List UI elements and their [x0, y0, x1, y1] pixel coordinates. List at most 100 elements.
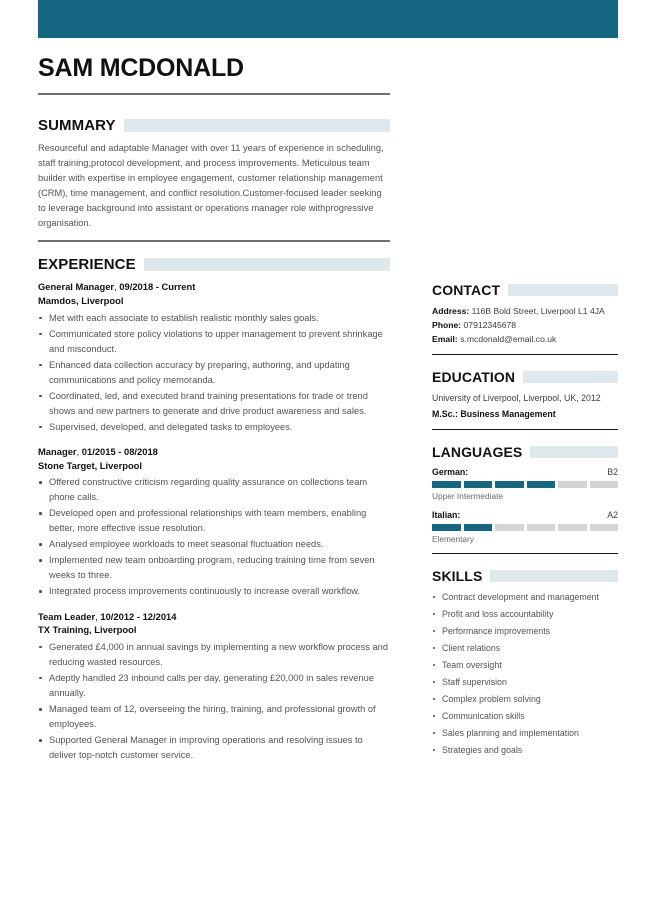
contact-email-label: Email: [432, 333, 458, 344]
proficiency-segment [589, 523, 618, 531]
proficiency-segment [463, 481, 492, 489]
list-item: Client relations [432, 642, 618, 654]
list-item: Integrated process improvements continuo… [38, 584, 390, 599]
contact-email-value[interactable]: s.mcdonald@email.co.uk [460, 334, 556, 344]
languages-heading-label: LANGUAGES [432, 444, 523, 461]
summary-section: SUMMARY Resourceful and adaptable Manage… [38, 118, 390, 243]
job-bullets: Met with each associate to establish rea… [38, 311, 390, 435]
language-name: Italian: [432, 509, 461, 520]
list-item: Offered constructive criticism regarding… [38, 475, 390, 505]
proficiency-segment [589, 481, 618, 489]
left-column: SUMMARY Resourceful and adaptable Manage… [38, 118, 390, 773]
proficiency-segment [526, 523, 555, 531]
list-item: Implemented new team onboarding program,… [38, 553, 390, 583]
page-title: SAM MCDONALD [38, 54, 244, 82]
list-item: Complex problem solving [432, 693, 618, 705]
list-item: Managed team of 12, overseeing the hirin… [38, 702, 390, 732]
job-dates: 10/2012 - 12/2014 [100, 610, 177, 622]
proficiency-segment [432, 523, 461, 531]
contact-heading-label: CONTACT [432, 282, 501, 298]
summary-heading-highlight [123, 119, 390, 132]
experience-job: Team Leader, 10/2012 - 12/2014 TX Traini… [38, 610, 390, 764]
name-divider [38, 92, 390, 95]
skills-list: Contract development and management Prof… [432, 591, 618, 756]
contact-heading-highlight [508, 284, 618, 296]
languages-heading: LANGUAGES [432, 445, 618, 459]
skills-heading-highlight [490, 570, 618, 583]
language-proficiency-bar [432, 481, 618, 489]
contact-phone: Phone: 07912345678 [432, 319, 618, 333]
list-item: Adeptly handled 23 inbound calls per day… [38, 671, 390, 701]
list-item: Performance improvements [432, 625, 618, 637]
list-item: Profit and loss accountability [432, 608, 618, 620]
list-item: Supervised, developed, and delegated tas… [38, 420, 390, 435]
skills-section: SKILLS Contract development and manageme… [432, 569, 618, 756]
language-level-code: A2 [607, 509, 618, 520]
language-description: Elementary [432, 533, 474, 544]
list-item: Sales planning and implementation [432, 727, 618, 739]
skills-heading: SKILLS [432, 569, 618, 583]
job-title-line: General Manager, 09/2018 - Current [38, 280, 390, 294]
job-dates: 01/2015 - 08/2018 [81, 445, 158, 457]
job-bullets: Generated £4,000 in annual savings by im… [38, 640, 390, 763]
summary-heading: SUMMARY [38, 118, 390, 133]
education-degree: M.Sc.: Business Management [432, 408, 556, 419]
list-item: Met with each associate to establish rea… [38, 311, 390, 326]
contact-email: Email: s.mcdonald@email.co.uk [432, 333, 618, 347]
right-column: CONTACT Address: 116B Bold Street, Liver… [432, 283, 618, 761]
proficiency-segment [558, 481, 587, 489]
job-title-line: Manager, 01/2015 - 08/2018 [38, 445, 390, 459]
job-dates: 09/2018 - Current [119, 281, 196, 293]
proficiency-segment [526, 481, 555, 489]
contact-phone-label: Phone: [432, 319, 462, 330]
list-item: Developed open and professional relation… [38, 506, 390, 536]
contact-address-label: Address: [432, 306, 470, 316]
proficiency-segment [495, 481, 524, 489]
education-section: EDUCATION University of Liverpool, Liver… [432, 370, 618, 431]
summary-heading-label: SUMMARY [38, 117, 116, 134]
job-role: Manager [38, 445, 77, 457]
name-block: SAM MCDONALD [38, 54, 390, 95]
list-item: Strategies and goals [432, 744, 618, 756]
experience-job: Manager, 01/2015 - 08/2018 Stone Target,… [38, 445, 390, 600]
job-role: Team Leader [38, 610, 96, 622]
header-banner [38, 0, 618, 38]
list-item: Analysed employee workloads to meet seas… [38, 537, 390, 552]
job-bullets: Offered constructive criticism regarding… [38, 475, 390, 599]
contact-address: Address: 116B Bold Street, Liverpool L1 … [432, 305, 618, 319]
job-title-line: Team Leader, 10/2012 - 12/2014 [38, 610, 390, 624]
experience-section: EXPERIENCE General Manager, 09/2018 - Cu… [38, 257, 390, 763]
education-heading-highlight [523, 371, 618, 384]
contact-heading: CONTACT [432, 283, 618, 297]
list-item: Team oversight [432, 659, 618, 671]
contact-address-value: 116B Bold Street, Liverpool L1 4JA [471, 306, 605, 316]
proficiency-segment [495, 523, 524, 531]
experience-heading-label: EXPERIENCE [38, 256, 136, 274]
job-role: General Manager [38, 281, 115, 293]
proficiency-segment [558, 523, 587, 531]
experience-job: General Manager, 09/2018 - Current Mamdo… [38, 280, 390, 435]
list-item: Coordinated, led, and executed brand tra… [38, 389, 390, 419]
list-item: Contract development and management [432, 591, 618, 603]
list-item: Supported General Manager in improving o… [38, 733, 390, 763]
language-name: German: [432, 467, 469, 478]
resume-page: SAM MCDONALD SUMMARY Resourceful and ada… [0, 0, 650, 920]
job-company: Stone Target, Liverpool [38, 459, 143, 471]
list-item: Communicated store policy violations to … [38, 327, 390, 357]
list-item: Enhanced data collection accuracy by pre… [38, 358, 390, 388]
job-company: Mamdos, Liverpool [38, 294, 124, 306]
language-level-code: B2 [607, 467, 618, 478]
list-item: Communication skills [432, 710, 618, 722]
languages-heading-highlight [530, 446, 618, 459]
list-item: Generated £4,000 in annual savings by im… [38, 640, 390, 670]
language-item: Italian: A2 Elementary [432, 510, 618, 545]
skills-heading-label: SKILLS [432, 568, 483, 585]
education-institution: University of Liverpool, Liverpool, UK, … [432, 393, 601, 404]
list-item: Staff supervision [432, 676, 618, 688]
language-proficiency-bar [432, 523, 618, 531]
language-description: Upper Intermediate [432, 491, 504, 502]
experience-heading-highlight [143, 258, 390, 272]
